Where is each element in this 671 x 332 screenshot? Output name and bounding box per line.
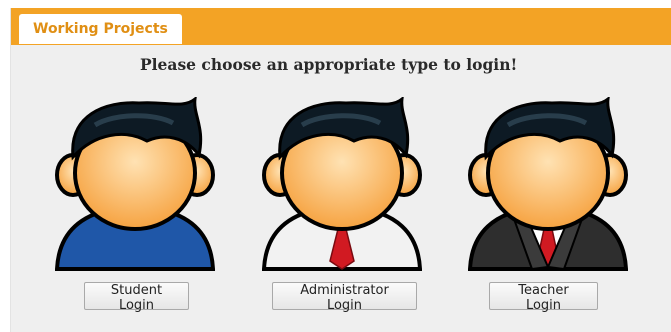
student-login-button[interactable]: Student Login [84,282,189,313]
page-title: Please choose an appropriate type to log… [140,55,518,74]
teacher-login-button[interactable]: Teacher Login [489,282,598,313]
tab-bar: Working Projects [11,8,671,45]
teacher-avatar-icon [468,97,628,271]
administrator-avatar-icon [262,97,422,271]
tab-working-projects[interactable]: Working Projects [19,14,182,45]
student-avatar-icon [55,97,215,271]
administrator-login-button[interactable]: Administrator Login [272,282,417,313]
tab-bar-divider [11,44,671,45]
